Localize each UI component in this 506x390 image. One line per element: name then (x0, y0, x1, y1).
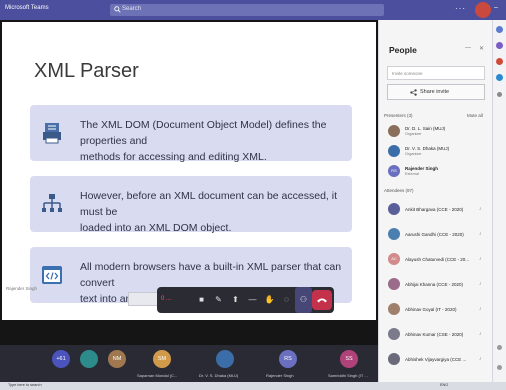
presenter-name[interactable]: Rajender Singh (405, 166, 438, 171)
participant-avatar[interactable] (216, 350, 234, 368)
office-icon[interactable] (496, 58, 503, 65)
card-1-line-2: methods for accessing and editing XML. (80, 151, 267, 163)
hang-up-button[interactable] (312, 290, 332, 310)
presenter-role: Organizer (405, 152, 422, 156)
mic-muted-icon: ♪ (479, 231, 482, 237)
presenters-section-label[interactable]: Presenters (3) (384, 113, 413, 118)
presentation-slide: XML Parser The XML DOM (Document Object … (2, 22, 376, 320)
document-icon (43, 123, 61, 144)
meeting-controls: 0 ... ■ ✎ ⬆ — ✋ ◌ ⚇ (157, 287, 334, 313)
attendee-name[interactable]: Abhinav Kumar (CSE - 2020) (405, 332, 463, 337)
attendee-avatar (388, 278, 400, 290)
card-2-line-2: loaded into an XML DOM object. (80, 222, 232, 234)
presenter-avatar (388, 145, 400, 157)
attendee-avatar (388, 353, 400, 365)
phone-hangup-icon (317, 298, 327, 303)
mic-muted-icon: ♪ (479, 206, 482, 212)
mic-muted-icon: ♪ (479, 306, 482, 312)
search-side-icon[interactable] (496, 26, 503, 33)
search-icon (114, 6, 121, 13)
presenter-avatar (388, 125, 400, 137)
slide-title: XML Parser (34, 60, 139, 82)
minimize-icon[interactable]: – (494, 4, 498, 11)
user-avatar[interactable] (475, 2, 491, 18)
attendee-avatar (388, 303, 400, 315)
presenter-role: Organizer (405, 132, 422, 136)
code-icon (42, 266, 62, 284)
card-1-line-1: The XML DOM (Document Object Model) defi… (80, 119, 327, 147)
mic-muted-icon: ♪ (479, 281, 482, 287)
participant-name: Samriddhi Singh (IT ... (328, 373, 368, 378)
attendee-avatar (388, 228, 400, 240)
slide-card-2: However, before an XML document can be a… (30, 176, 352, 234)
people-panel: People — ✕ Invite someone Share invite P… (378, 20, 492, 382)
attendee-avatar (388, 203, 400, 215)
more-options-icon[interactable]: ··· (455, 4, 466, 13)
presenter-name[interactable]: Dr. D. L. Sain (MUJ) (405, 126, 445, 131)
attendee-name[interactable]: Alayush Chaturvedi (CCE - 20... (405, 257, 469, 262)
browser-sidebar (492, 20, 506, 382)
add-icon[interactable] (497, 92, 502, 97)
participant-avatar[interactable] (80, 350, 98, 368)
presenter-avatar: RS (388, 165, 400, 177)
search-input[interactable]: Search (110, 4, 384, 16)
attendee-avatar: AC (388, 253, 400, 265)
participants-icon[interactable]: ⚇ (295, 287, 312, 313)
attendee-name[interactable]: Ankit Bhargava (CCE - 2020) (405, 207, 463, 212)
mic-muted-icon: ♪ (479, 331, 482, 337)
attendee-name[interactable]: Abhishek Vijayvargiya (CCE ... (405, 357, 466, 362)
participant-avatar[interactable]: SM (153, 350, 171, 368)
slide-card-1: The XML DOM (Document Object Model) defi… (30, 105, 352, 163)
presenter-role: External (405, 172, 419, 176)
search-placeholder: Search (122, 6, 142, 12)
title-bar: Microsoft Teams Search ··· – (0, 0, 506, 20)
panel-title: People (389, 45, 417, 55)
camera-off-icon[interactable]: ■ (193, 287, 210, 313)
mic-muted-icon: ♪ (479, 256, 482, 262)
invite-input[interactable]: Invite someone (387, 66, 485, 80)
attendee-name[interactable]: Abhijai Khanna (CCE - 2020) (405, 282, 463, 287)
card-2-line-1: However, before an XML document can be a… (80, 190, 338, 218)
share-icon (410, 89, 417, 96)
share-invite-button[interactable]: Share invite (387, 84, 485, 100)
share-invite-label: Share invite (420, 89, 450, 95)
taskbar-language: ENG (440, 383, 449, 387)
raise-hand-icon[interactable]: ✋ (261, 287, 278, 313)
app-title: Microsoft Teams (5, 5, 49, 11)
presenter-label: Rajender Singh (6, 286, 38, 291)
outlook-icon[interactable] (496, 74, 503, 81)
overflow-participants-avatar[interactable]: +61 (52, 350, 70, 368)
attendees-section-label[interactable]: Attendees (97) (384, 188, 414, 193)
participant-avatar[interactable]: RS (279, 350, 297, 368)
share-tray-icon[interactable]: ⬆ (227, 287, 244, 313)
attendee-avatar (388, 328, 400, 340)
participant-name: Dr. V. S. Dhaka (MUJ) (199, 373, 239, 378)
participant-avatar[interactable]: SS (340, 350, 358, 368)
hierarchy-icon (42, 194, 62, 212)
participant-name: Rajender Singh (266, 373, 294, 378)
self-view-thumbnail[interactable] (128, 292, 158, 306)
attendee-name[interactable]: Aarushi Gandhi (CCE - 2020) (405, 232, 464, 237)
participant-name: Saparnan Mondal (C... (137, 373, 178, 378)
meeting-timer: 0 ... (161, 296, 172, 302)
attendee-name[interactable]: Abhinav Goyal (IT - 2020) (405, 307, 456, 312)
more-actions-icon[interactable]: — (244, 287, 261, 313)
layout-icon[interactable] (497, 345, 502, 350)
extension-icon[interactable] (496, 42, 503, 49)
settings-icon[interactable] (497, 365, 502, 370)
mic-off-icon[interactable]: ✎ (210, 287, 227, 313)
presenter-name[interactable]: Dr. V. S. Dhaka (MUJ) (405, 146, 449, 151)
panel-minimize-icon[interactable]: — (465, 45, 471, 51)
os-taskbar: Type here to search ENG (0, 382, 506, 390)
mute-all-link[interactable]: Mute all (467, 113, 483, 118)
taskbar-search[interactable]: Type here to search (8, 383, 42, 387)
mic-muted-icon: ♪ (479, 356, 482, 362)
participant-avatar[interactable]: NM (108, 350, 126, 368)
chat-icon[interactable]: ◌ (278, 287, 295, 313)
close-icon[interactable]: ✕ (479, 45, 484, 52)
invite-placeholder: Invite someone (392, 71, 423, 76)
